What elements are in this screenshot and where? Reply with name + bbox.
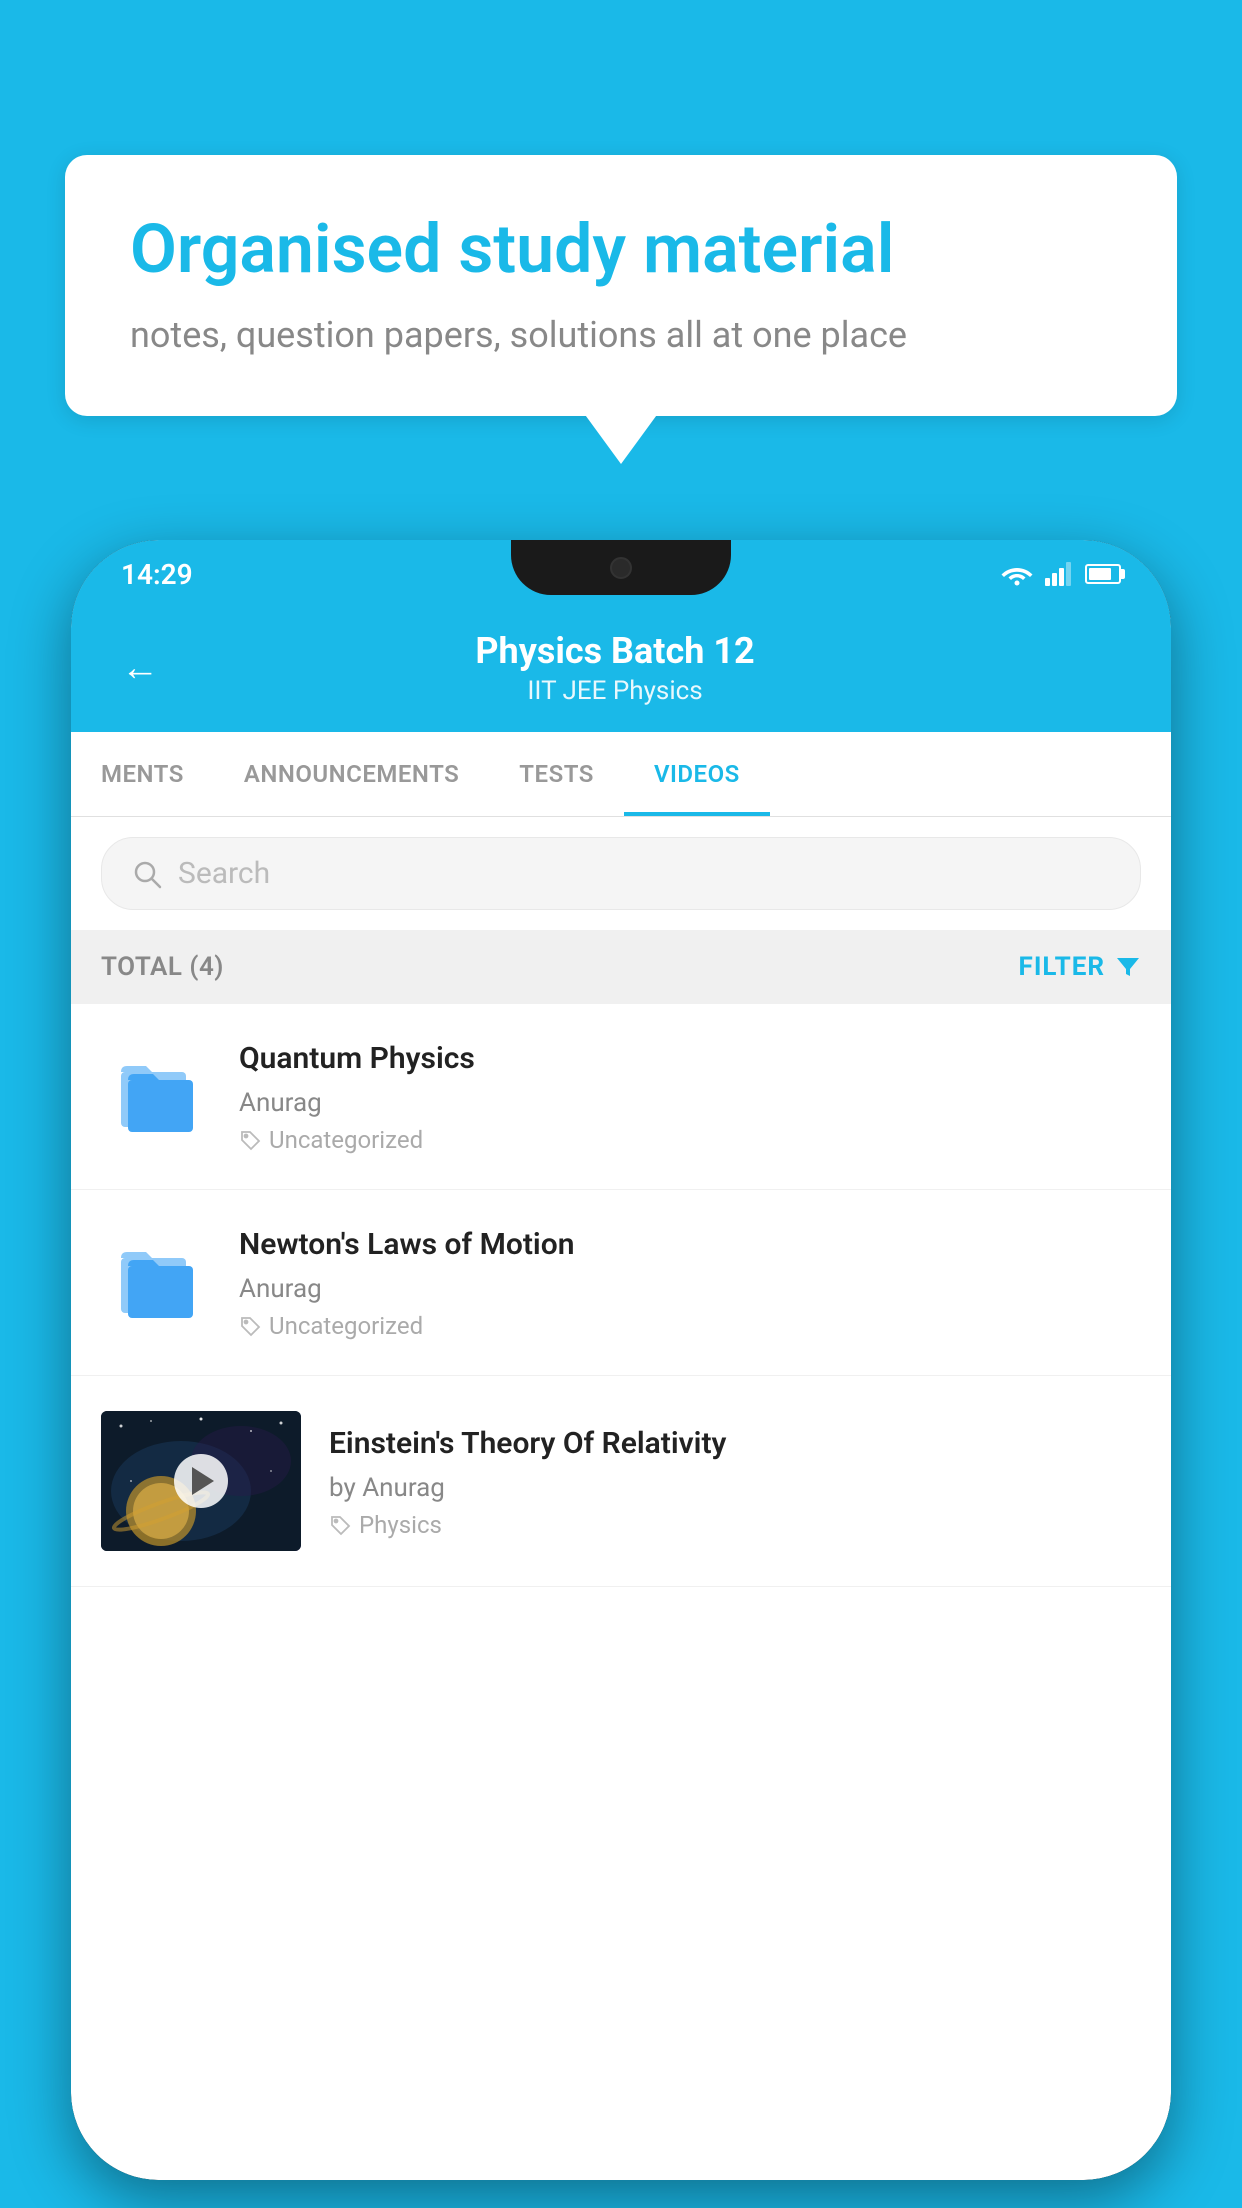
tag-label: Physics <box>359 1511 442 1539</box>
tag-icon <box>329 1514 351 1536</box>
filter-label: FILTER <box>1019 952 1105 982</box>
app-header: ← Physics Batch 12 IIT JEE Physics <box>71 608 1171 732</box>
video-title: Einstein's Theory Of Relativity <box>329 1424 1141 1463</box>
video-tag: Uncategorized <box>239 1312 1141 1340</box>
signal-icon <box>1045 562 1073 586</box>
filter-bar: TOTAL (4) FILTER <box>71 930 1171 1004</box>
tag-icon <box>239 1129 261 1151</box>
search-box[interactable]: Search <box>101 837 1141 910</box>
content-area: Quantum Physics Anurag Uncategorized <box>71 1004 1171 2180</box>
tag-label: Uncategorized <box>269 1312 423 1340</box>
video-tag: Uncategorized <box>239 1126 1141 1154</box>
front-camera <box>610 557 632 579</box>
bubble-title: Organised study material <box>130 210 1112 288</box>
video-author: by Anurag <box>329 1473 1141 1503</box>
tag-icon <box>239 1315 261 1337</box>
video-thumbnail <box>101 1411 301 1551</box>
tag-label: Uncategorized <box>269 1126 423 1154</box>
tab-tests[interactable]: TESTS <box>489 732 624 816</box>
header-title: Physics Batch 12 <box>189 630 1041 672</box>
status-icons <box>1001 562 1121 586</box>
phone-frame: 14:29 <box>71 540 1171 2180</box>
tab-ments[interactable]: MENTS <box>71 732 214 816</box>
wifi-icon <box>1001 562 1033 586</box>
search-container: Search <box>71 817 1171 930</box>
speech-bubble: Organised study material notes, question… <box>65 155 1177 416</box>
video-author: Anurag <box>239 1274 1141 1304</box>
video-title: Quantum Physics <box>239 1039 1141 1078</box>
notch <box>511 540 731 595</box>
video-info: Quantum Physics Anurag Uncategorized <box>239 1039 1141 1154</box>
list-item[interactable]: Newton's Laws of Motion Anurag Uncategor… <box>71 1190 1171 1376</box>
header-title-group: Physics Batch 12 IIT JEE Physics <box>189 630 1041 706</box>
tab-videos[interactable]: VIDEOS <box>624 732 770 816</box>
phone-screen: 14:29 <box>71 540 1171 2180</box>
tabs-bar: MENTS ANNOUNCEMENTS TESTS VIDEOS <box>71 732 1171 817</box>
back-button[interactable]: ← <box>121 646 159 690</box>
tab-announcements[interactable]: ANNOUNCEMENTS <box>214 732 489 816</box>
header-subtitle: IIT JEE Physics <box>189 676 1041 706</box>
video-info: Einstein's Theory Of Relativity by Anura… <box>329 1424 1141 1539</box>
search-icon <box>132 859 162 889</box>
play-triangle-icon <box>192 1467 214 1495</box>
video-tag: Physics <box>329 1511 1141 1539</box>
play-button[interactable] <box>174 1454 228 1508</box>
list-item[interactable]: Einstein's Theory Of Relativity by Anura… <box>71 1376 1171 1587</box>
video-info: Newton's Laws of Motion Anurag Uncategor… <box>239 1225 1141 1340</box>
filter-funnel-icon <box>1115 954 1141 980</box>
file-icon-container <box>101 1228 211 1338</box>
bubble-subtitle: notes, question papers, solutions all at… <box>130 310 1112 360</box>
status-time: 14:29 <box>121 558 193 591</box>
filter-button[interactable]: FILTER <box>1019 952 1141 982</box>
search-input[interactable]: Search <box>178 856 270 891</box>
video-title: Newton's Laws of Motion <box>239 1225 1141 1264</box>
video-author: Anurag <box>239 1088 1141 1118</box>
folder-icon <box>116 1238 196 1328</box>
total-count-label: TOTAL (4) <box>101 952 224 982</box>
folder-icon <box>116 1052 196 1142</box>
status-bar: 14:29 <box>71 540 1171 608</box>
list-item[interactable]: Quantum Physics Anurag Uncategorized <box>71 1004 1171 1190</box>
battery-icon <box>1085 564 1121 584</box>
file-icon-container <box>101 1042 211 1152</box>
